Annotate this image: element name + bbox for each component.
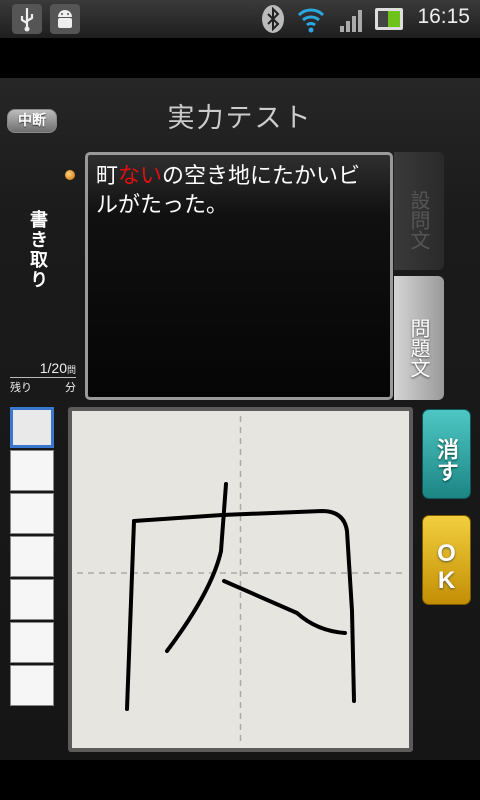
status-bar: 16:15 xyxy=(0,0,480,38)
question-count: 1/20問 xyxy=(10,360,76,376)
tab-mondai[interactable]: 問題文 xyxy=(394,276,444,400)
writing-canvas[interactable] xyxy=(72,411,409,748)
signal-icon xyxy=(340,10,362,32)
question-count-value: 1/20 xyxy=(39,360,67,376)
minutes-label: 分 xyxy=(65,382,76,394)
answer-slot[interactable] xyxy=(10,493,54,534)
answer-slot[interactable] xyxy=(10,622,54,663)
answer-slot[interactable] xyxy=(10,450,54,491)
battery-icon xyxy=(375,8,403,30)
indicator-dot-icon xyxy=(65,170,75,180)
wifi-icon xyxy=(297,8,325,33)
tab-setsumon[interactable]: 設問文 xyxy=(394,152,444,270)
answer-slot[interactable] xyxy=(10,407,54,448)
bluetooth-icon xyxy=(262,5,284,33)
question-text: 町ないの空き地にたかいビルがたった。 xyxy=(96,162,382,220)
question-box: 町ないの空き地にたかいビルがたった。 xyxy=(85,152,393,400)
usb-icon xyxy=(12,4,42,34)
time-remaining-row: 残り 分 xyxy=(10,377,76,395)
progress-indicator: 1/20問 残り 分 xyxy=(10,360,76,395)
mode-label: 書き取り xyxy=(27,210,48,290)
bottom-bar xyxy=(0,760,480,800)
handwriting-stroke-layer xyxy=(77,416,404,743)
ok-button[interactable]: OK xyxy=(422,515,471,605)
question-highlight: ない xyxy=(118,164,163,189)
answer-slot[interactable] xyxy=(10,579,54,620)
remaining-label: 残り xyxy=(10,382,32,394)
answer-slot[interactable] xyxy=(10,665,54,706)
erase-button[interactable]: 消す xyxy=(422,409,471,499)
question-prefix: 町 xyxy=(96,164,119,189)
answer-slots xyxy=(10,407,54,708)
answer-slot[interactable] xyxy=(10,536,54,577)
question-count-unit: 問 xyxy=(66,365,76,375)
pause-button[interactable]: 中断 xyxy=(7,109,57,133)
android-debug-icon xyxy=(50,4,80,34)
page-title: 実力テスト xyxy=(167,103,313,134)
writing-canvas-frame xyxy=(68,407,413,752)
clock: 16:15 xyxy=(417,5,470,28)
